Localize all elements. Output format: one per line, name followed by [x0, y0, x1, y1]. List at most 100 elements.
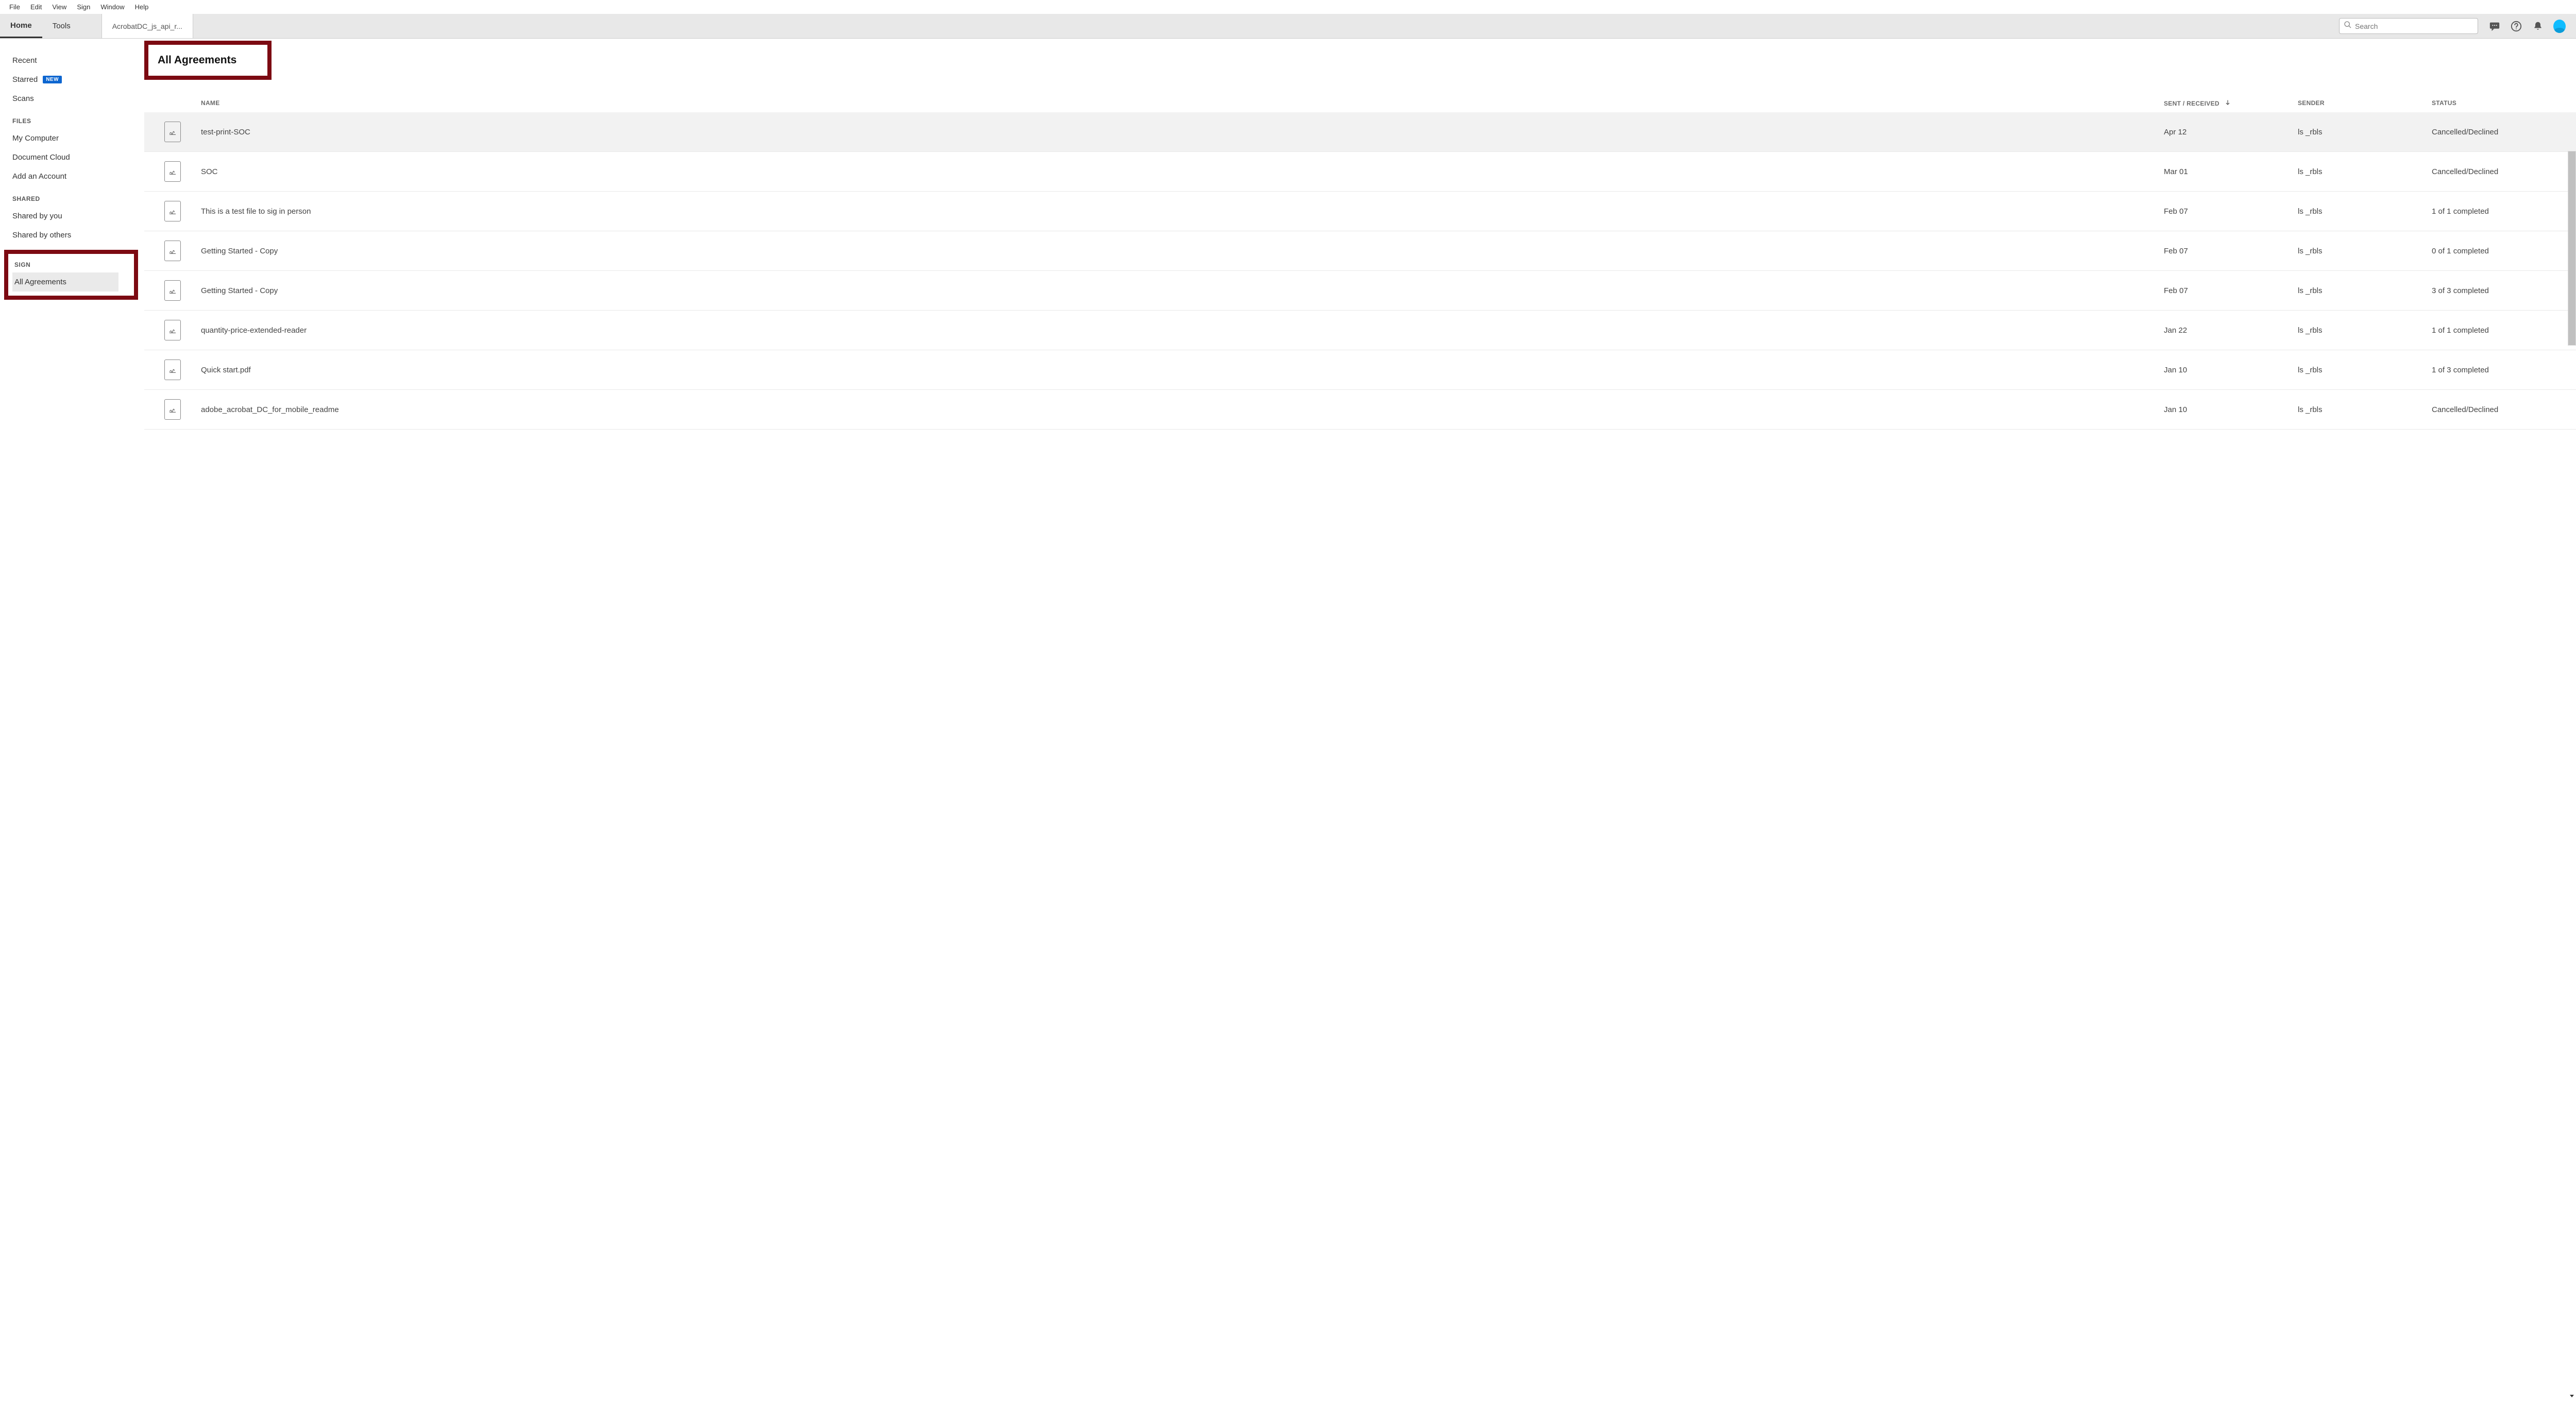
table-row[interactable]: Getting Started - CopyFeb 07ls _rbls0 of… [144, 231, 2576, 271]
menu-view[interactable]: View [47, 2, 72, 12]
cell-name: test-print-SOC [201, 128, 2164, 136]
search-box[interactable] [2339, 18, 2478, 34]
scrollbar-thumb[interactable] [2568, 151, 2575, 345]
cell-name: adobe_acrobat_DC_for_mobile_readme [201, 405, 2164, 414]
sidebar-heading-sign: SIGN [12, 258, 134, 272]
doc-icon-cell [144, 201, 201, 221]
cell-status: Cancelled/Declined [2432, 128, 2576, 136]
sidebar-shared-by-you[interactable]: Shared by you [10, 207, 144, 226]
sidebar-heading-files: FILES [10, 108, 144, 129]
cell-sender: ls _rbls [2298, 405, 2432, 414]
highlight-page-title: All Agreements [144, 41, 272, 80]
cell-sender: ls _rbls [2298, 366, 2432, 374]
cell-date: Apr 12 [2164, 128, 2298, 136]
col-sender[interactable]: SENDER [2298, 99, 2432, 107]
help-icon[interactable] [2510, 20, 2522, 32]
cell-sender: ls _rbls [2298, 286, 2432, 295]
tab-document[interactable]: AcrobatDC_js_api_r... [101, 14, 193, 38]
signature-doc-icon [164, 241, 181, 261]
cell-name: Getting Started - Copy [201, 286, 2164, 295]
doc-icon-cell [144, 280, 201, 301]
cell-status: 1 of 3 completed [2432, 366, 2576, 374]
sidebar-heading-shared: SHARED [10, 186, 144, 207]
cell-sender: ls _rbls [2298, 247, 2432, 255]
signature-doc-icon [164, 280, 181, 301]
signature-doc-icon [164, 161, 181, 182]
cell-date: Jan 10 [2164, 405, 2298, 414]
sidebar-my-computer[interactable]: My Computer [10, 129, 144, 148]
page-title: All Agreements [158, 54, 236, 66]
tab-tools[interactable]: Tools [42, 14, 81, 38]
cell-date: Mar 01 [2164, 167, 2298, 176]
table-row[interactable]: Quick start.pdfJan 10ls _rbls1 of 3 comp… [144, 350, 2576, 390]
cell-status: Cancelled/Declined [2432, 405, 2576, 414]
sidebar-shared-by-others[interactable]: Shared by others [10, 226, 144, 245]
sidebar-all-agreements[interactable]: All Agreements [12, 272, 118, 292]
col-name[interactable]: NAME [201, 99, 2164, 107]
menu-file[interactable]: File [4, 2, 25, 12]
col-sent-received-label: SENT / RECEIVED [2164, 100, 2219, 107]
cell-sender: ls _rbls [2298, 207, 2432, 216]
doc-icon-cell [144, 320, 201, 340]
scroll-down-caret-icon[interactable] [2569, 1392, 2575, 1401]
sidebar-recent[interactable]: Recent [10, 51, 144, 70]
cell-name: Quick start.pdf [201, 366, 2164, 374]
doc-icon-cell [144, 161, 201, 182]
table-row[interactable]: test-print-SOCApr 12ls _rblsCancelled/De… [144, 112, 2576, 152]
cell-status: Cancelled/Declined [2432, 167, 2576, 176]
signature-doc-icon [164, 360, 181, 380]
cell-name: This is a test file to sig in person [201, 207, 2164, 216]
cell-date: Jan 10 [2164, 366, 2298, 374]
table-header: NAME SENT / RECEIVED SENDER STATUS [144, 94, 2576, 112]
doc-icon-cell [144, 399, 201, 420]
sidebar-add-account[interactable]: Add an Account [10, 167, 144, 186]
cell-sender: ls _rbls [2298, 326, 2432, 335]
menu-window[interactable]: Window [95, 2, 129, 12]
cell-date: Jan 22 [2164, 326, 2298, 335]
sidebar-scans[interactable]: Scans [10, 89, 144, 108]
new-badge: NEW [43, 76, 62, 83]
cell-status: 1 of 1 completed [2432, 326, 2576, 335]
col-sent-received[interactable]: SENT / RECEIVED [2164, 99, 2298, 107]
menu-sign[interactable]: Sign [72, 2, 95, 12]
table-row[interactable]: quantity-price-extended-readerJan 22ls _… [144, 311, 2576, 350]
search-icon [2344, 21, 2355, 31]
menu-edit[interactable]: Edit [25, 2, 47, 12]
cell-name: SOC [201, 167, 2164, 176]
cell-name: quantity-price-extended-reader [201, 326, 2164, 335]
tabbar: Home Tools AcrobatDC_js_api_r... [0, 14, 2576, 39]
cell-sender: ls _rbls [2298, 167, 2432, 176]
table-row[interactable]: Getting Started - CopyFeb 07ls _rbls3 of… [144, 271, 2576, 311]
sidebar-starred-label: Starred [12, 75, 38, 84]
sidebar: Recent Starred NEW Scans FILES My Comput… [0, 39, 144, 1402]
sidebar-starred[interactable]: Starred NEW [10, 70, 144, 89]
doc-icon-cell [144, 241, 201, 261]
table-row[interactable]: This is a test file to sig in personFeb … [144, 192, 2576, 231]
signature-doc-icon [164, 320, 181, 340]
bell-icon[interactable] [2532, 20, 2544, 32]
cell-date: Feb 07 [2164, 207, 2298, 216]
sidebar-document-cloud[interactable]: Document Cloud [10, 148, 144, 167]
cell-date: Feb 07 [2164, 286, 2298, 295]
agreements-table: NAME SENT / RECEIVED SENDER STATUS test-… [144, 94, 2576, 430]
cell-sender: ls _rbls [2298, 128, 2432, 136]
vertical-scrollbar[interactable] [2568, 151, 2576, 346]
table-row[interactable]: adobe_acrobat_DC_for_mobile_readmeJan 10… [144, 390, 2576, 430]
cell-status: 1 of 1 completed [2432, 207, 2576, 216]
menu-help[interactable]: Help [130, 2, 154, 12]
table-row[interactable]: SOCMar 01ls _rblsCancelled/Declined [144, 152, 2576, 192]
content-area: All Agreements NAME SENT / RECEIVED SEND… [144, 39, 2576, 1402]
signature-doc-icon [164, 201, 181, 221]
menubar: File Edit View Sign Window Help [0, 0, 2576, 14]
signature-doc-icon [164, 399, 181, 420]
signature-doc-icon [164, 122, 181, 142]
cell-date: Feb 07 [2164, 247, 2298, 255]
doc-icon-cell [144, 122, 201, 142]
doc-icon-cell [144, 360, 201, 380]
cell-status: 3 of 3 completed [2432, 286, 2576, 295]
search-input[interactable] [2355, 22, 2473, 30]
col-status[interactable]: STATUS [2432, 99, 2576, 107]
comment-icon[interactable] [2488, 20, 2501, 32]
avatar[interactable] [2553, 20, 2566, 32]
tab-home[interactable]: Home [0, 14, 42, 38]
